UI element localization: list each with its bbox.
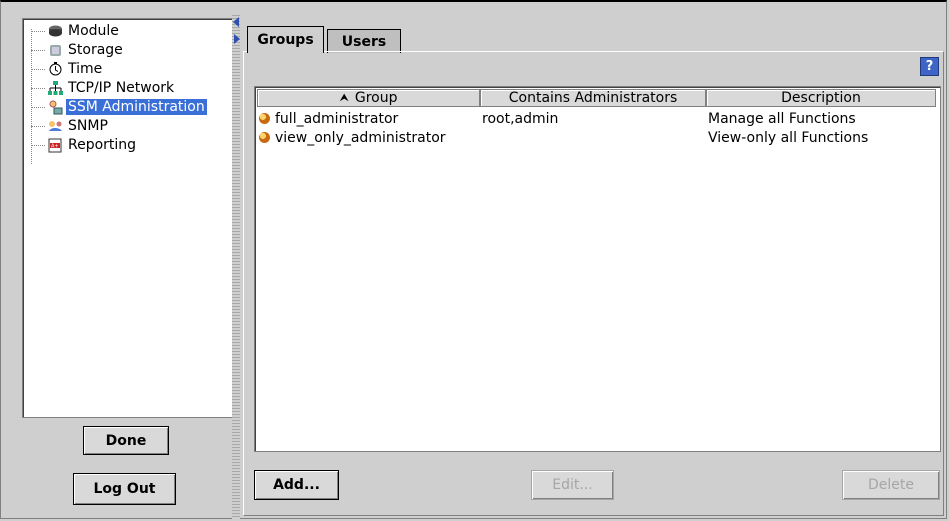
tree-item-snmp[interactable]: SNMP — [31, 117, 110, 135]
tree-item-label: Time — [68, 61, 103, 77]
tree-item-module[interactable]: Module — [31, 22, 121, 40]
description-cell: View-only all Functions — [708, 130, 869, 146]
column-header-group[interactable]: ⮝ Group — [257, 89, 480, 107]
group-name: view_only_administrator — [275, 130, 446, 146]
tree-item-tcpip-network[interactable]: TCP/IP Network — [31, 79, 176, 97]
tree-item-label: Reporting — [68, 137, 137, 153]
admin-icon — [48, 100, 63, 115]
collapse-left-arrow-icon[interactable] — [233, 17, 239, 27]
group-icon — [259, 113, 270, 124]
tree-item-time[interactable]: Time — [31, 60, 104, 78]
report-icon: A+ — [48, 138, 63, 153]
contains-administrators-cell: root,admin — [482, 111, 559, 127]
snmp-icon — [48, 119, 63, 134]
tree-item-label: Storage — [68, 42, 123, 58]
storage-icon — [48, 43, 63, 58]
table-row[interactable]: full_administrator root,admin Manage all… — [257, 110, 937, 128]
tree-item-ssm-administration[interactable]: SSM Administration — [31, 98, 207, 116]
group-icon — [259, 132, 270, 143]
module-icon — [48, 24, 63, 39]
expand-right-arrow-icon[interactable] — [234, 34, 240, 44]
tree-item-reporting[interactable]: A+ Reporting — [31, 136, 138, 154]
description-cell: Manage all Functions — [708, 111, 856, 127]
column-header-description[interactable]: Description — [706, 89, 936, 107]
help-icon[interactable]: ? — [920, 57, 939, 76]
tree-item-label: Module — [68, 23, 119, 39]
tree-item-storage[interactable]: Storage — [31, 41, 125, 59]
done-button[interactable]: Done — [83, 426, 169, 455]
tree-item-label: TCP/IP Network — [68, 80, 175, 96]
split-pane-divider[interactable] — [232, 14, 240, 519]
tree-item-label: SNMP — [68, 118, 108, 134]
edit-button[interactable]: Edit... — [531, 470, 614, 500]
sort-up-icon: ⮝ — [339, 91, 349, 104]
tab-users[interactable]: Users — [327, 29, 401, 53]
tree-item-label: SSM Administration — [66, 99, 207, 115]
network-icon — [48, 80, 63, 96]
add-button[interactable]: Add... — [254, 470, 339, 500]
navigation-tree: Module Storage Time TCP/IP Network SSM A… — [22, 18, 233, 418]
column-header-contains-administrators[interactable]: Contains Administrators — [480, 89, 706, 107]
table-row[interactable]: view_only_administrator View-only all Fu… — [257, 129, 937, 147]
svg-text:A+: A+ — [51, 143, 59, 149]
group-name: full_administrator — [275, 111, 399, 127]
tab-groups[interactable]: Groups — [247, 26, 324, 53]
log-out-button[interactable]: Log Out — [73, 473, 176, 505]
groups-table: ⮝ Group Contains Administrators Descript… — [254, 86, 941, 452]
delete-button[interactable]: Delete — [842, 470, 940, 500]
clock-icon — [48, 62, 63, 77]
